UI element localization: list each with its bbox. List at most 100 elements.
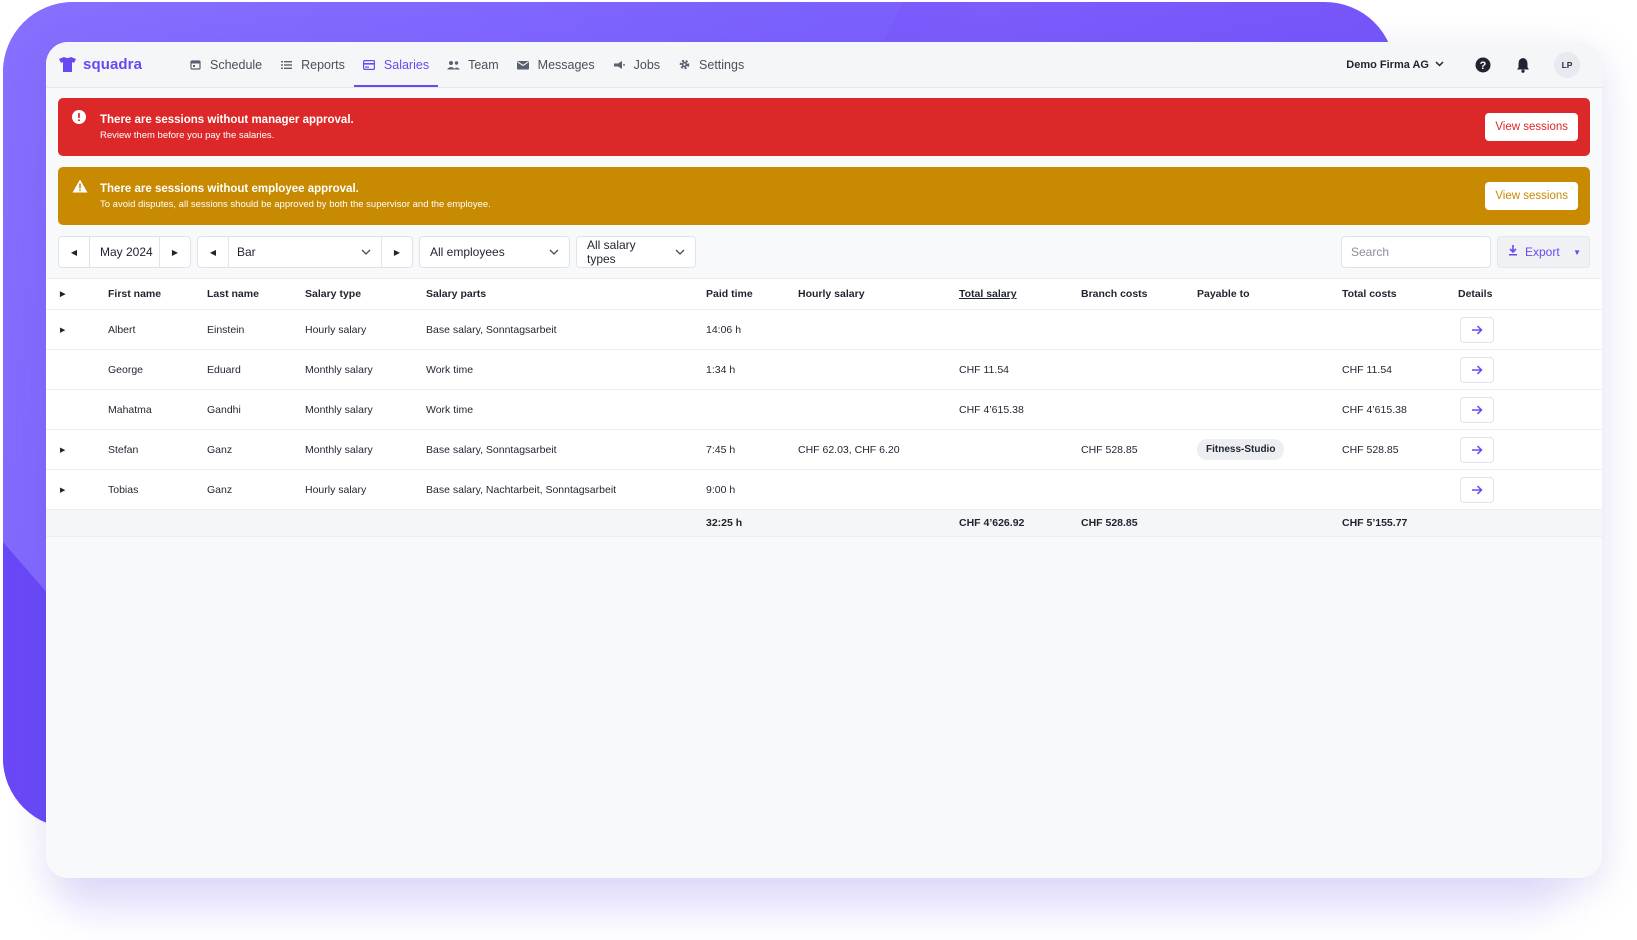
cell-total-salary: CHF 4’615.38 <box>959 403 1024 416</box>
details-arrow-button[interactable] <box>1460 357 1494 383</box>
view-sessions-button[interactable]: View sessions <box>1485 113 1578 141</box>
branch-picker: ◀ Bar ▶ <box>197 236 413 268</box>
nav-reports[interactable]: Reports <box>271 42 354 87</box>
nav-label: Team <box>468 57 499 72</box>
header-first-name[interactable]: First name <box>108 279 161 309</box>
table-row: George Eduard Monthly salary Work time 1… <box>46 350 1602 390</box>
cell-salary-type: Hourly salary <box>305 483 367 496</box>
cell-total-costs: CHF 11.54 <box>1342 363 1392 376</box>
header-total-salary[interactable]: Total salary <box>959 279 1017 309</box>
chevron-down-icon <box>667 247 685 258</box>
search-input[interactable]: Search <box>1341 236 1491 268</box>
filter-bar: ◀ May 2024 ▶ ◀ Bar ▶ All employees All s… <box>58 236 1590 268</box>
help-icon[interactable]: ? <box>1474 56 1492 74</box>
nav-settings[interactable]: Settings <box>669 42 753 87</box>
alert-title: There are sessions without employee appr… <box>100 182 359 195</box>
header-total-costs[interactable]: Total costs <box>1342 279 1397 309</box>
row-expand-toggle[interactable]: ▶ <box>60 470 70 509</box>
nav-schedule[interactable]: Schedule <box>180 42 271 87</box>
table-row: ▶ Stefan Ganz Monthly salary Base salary… <box>46 430 1602 470</box>
header-salary-type[interactable]: Salary type <box>305 279 361 309</box>
header-hourly-salary[interactable]: Hourly salary <box>798 279 865 309</box>
details-arrow-button[interactable] <box>1460 437 1494 463</box>
employees-label: All employees <box>430 245 505 259</box>
cell-salary-type: Monthly salary <box>305 403 373 416</box>
total-salary-sum: CHF 4’626.92 <box>959 517 1025 529</box>
cell-paid-time: 9:00 h <box>706 483 736 496</box>
cell-paid-time: 1:34 h <box>706 363 736 376</box>
nav-team[interactable]: Team <box>438 42 508 87</box>
alert-subtitle: To avoid disputes, all sessions should b… <box>100 198 491 210</box>
table-header: ▶ First name Last name Salary type Salar… <box>46 278 1602 310</box>
salaries-table: ▶ First name Last name Salary type Salar… <box>46 278 1602 537</box>
details-arrow-button[interactable] <box>1460 397 1494 423</box>
arrow-right-icon <box>1472 485 1483 495</box>
cell-salary-parts: Work time <box>426 363 474 376</box>
cell-salary-parts: Base salary, Sonntagsarbeit <box>426 443 557 456</box>
total-costs-sum: CHF 5’155.77 <box>1342 517 1408 529</box>
svg-text:?: ? <box>1480 60 1487 72</box>
top-navigation: squadra Schedule Reports Salaries Team M… <box>46 42 1602 88</box>
cell-payable-to: Fitness-Studio <box>1197 430 1285 469</box>
bell-icon[interactable] <box>1514 56 1532 74</box>
month-picker: ◀ May 2024 ▶ <box>58 236 191 268</box>
export-button[interactable]: Export ▼ <box>1497 236 1590 268</box>
avatar[interactable]: LP <box>1554 51 1580 78</box>
details-arrow-button[interactable] <box>1460 317 1494 343</box>
nav-messages[interactable]: Messages <box>508 42 604 87</box>
arrow-right-icon <box>1472 445 1483 455</box>
brand-name: squadra <box>83 56 143 73</box>
cell-branch-costs: CHF 528.85 <box>1081 443 1138 456</box>
cell-salary-type: Hourly salary <box>305 323 367 336</box>
arrow-right-icon <box>1472 325 1483 335</box>
cell-last-name: Gandhi <box>207 403 241 416</box>
cell-first-name: Tobias <box>108 483 139 496</box>
next-month-button[interactable]: ▶ <box>160 237 190 267</box>
header-payable-to[interactable]: Payable to <box>1197 279 1250 309</box>
card-icon <box>363 58 376 71</box>
salary-types-select[interactable]: All salary types <box>576 236 696 268</box>
prev-month-button[interactable]: ◀ <box>59 237 89 267</box>
arrow-right-icon <box>1472 405 1483 415</box>
details-arrow-button[interactable] <box>1460 477 1494 503</box>
salary-types-label: All salary types <box>587 238 636 266</box>
chevron-down-icon <box>361 247 371 258</box>
caret-down-icon[interactable]: ▼ <box>1573 248 1581 257</box>
view-sessions-button[interactable]: View sessions <box>1485 182 1578 210</box>
mail-icon <box>517 58 530 71</box>
row-expand-toggle[interactable]: ▶ <box>60 430 70 469</box>
list-icon <box>280 58 293 71</box>
company-name: Demo Firma AG <box>1346 58 1429 71</box>
nav-label: Jobs <box>633 57 661 72</box>
expand-all-toggle[interactable]: ▶ <box>60 279 70 309</box>
branch-label: Bar <box>237 245 256 259</box>
prev-branch-button[interactable]: ◀ <box>198 237 228 267</box>
header-salary-parts[interactable]: Salary parts <box>426 279 486 309</box>
table-row: ▶ Albert Einstein Hourly salary Base sal… <box>46 310 1602 350</box>
employees-select[interactable]: All employees <box>419 236 570 268</box>
header-last-name[interactable]: Last name <box>207 279 259 309</box>
cell-first-name: Albert <box>108 323 136 336</box>
row-expand-toggle[interactable]: ▶ <box>60 310 70 349</box>
next-branch-button[interactable]: ▶ <box>382 237 412 267</box>
company-selector[interactable]: Demo Firma AG <box>1346 59 1444 71</box>
nav-label: Messages <box>537 57 595 72</box>
cell-first-name: Mahatma <box>108 403 152 416</box>
cell-salary-type: Monthly salary <box>305 363 373 376</box>
download-icon <box>1508 245 1518 259</box>
brand-logo[interactable]: squadra <box>58 56 168 73</box>
warning-triangle-icon <box>72 179 88 193</box>
nav-jobs[interactable]: Jobs <box>604 42 669 87</box>
nav-label: Reports <box>301 57 345 72</box>
chevron-down-icon <box>541 247 559 258</box>
gear-icon <box>678 58 691 71</box>
cell-salary-parts: Work time <box>426 403 474 416</box>
cell-salary-parts: Base salary, Sonntagsarbeit <box>426 323 557 336</box>
nav-salaries[interactable]: Salaries <box>353 42 439 87</box>
cell-first-name: Stefan <box>108 443 139 456</box>
branch-select[interactable]: Bar <box>228 237 382 267</box>
nav-label: Schedule <box>210 57 263 72</box>
header-paid-time[interactable]: Paid time <box>706 279 753 309</box>
header-details: Details <box>1458 288 1493 300</box>
header-branch-costs[interactable]: Branch costs <box>1081 279 1148 309</box>
